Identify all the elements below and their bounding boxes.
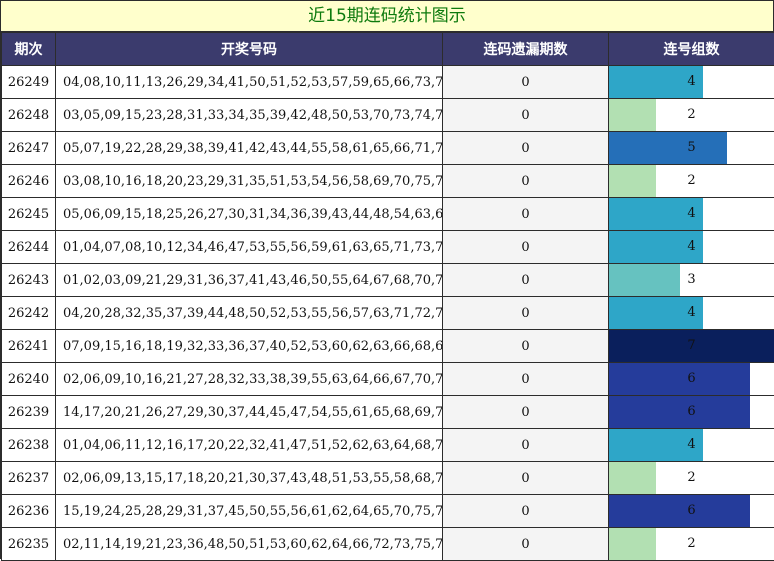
table-row: 2623502,11,14,19,21,23,36,48,50,51,53,60… — [2, 528, 774, 561]
groups-cell: 2 — [609, 528, 774, 561]
groups-value: 5 — [609, 132, 774, 164]
table-row: 2624002,06,09,10,16,21,27,28,32,33,38,39… — [2, 363, 774, 396]
issue-cell: 26240 — [2, 363, 56, 396]
groups-value: 2 — [609, 99, 774, 131]
stats-table: 期次 开奖号码 连码遗漏期数 连号组数 2624904,08,10,11,13,… — [1, 32, 774, 561]
groups-value: 4 — [609, 429, 774, 461]
missed-cell: 0 — [443, 198, 609, 231]
numbers-cell: 01,04,06,11,12,16,17,20,22,32,41,47,51,5… — [56, 429, 443, 462]
numbers-cell: 15,19,24,25,28,29,31,37,45,50,55,56,61,6… — [56, 495, 443, 528]
header-groups: 连号组数 — [609, 33, 774, 66]
table-row: 2624603,08,10,16,18,20,23,29,31,35,51,53… — [2, 165, 774, 198]
groups-value: 6 — [609, 495, 774, 527]
groups-cell: 4 — [609, 429, 774, 462]
issue-cell: 26237 — [2, 462, 56, 495]
groups-value: 6 — [609, 363, 774, 395]
groups-value: 3 — [609, 264, 774, 296]
table-row: 2623702,06,09,13,15,17,18,20,21,30,37,43… — [2, 462, 774, 495]
numbers-cell: 03,05,09,15,23,28,31,33,34,35,39,42,48,5… — [56, 99, 443, 132]
issue-cell: 26247 — [2, 132, 56, 165]
groups-cell: 2 — [609, 165, 774, 198]
numbers-cell: 05,06,09,15,18,25,26,27,30,31,34,36,39,4… — [56, 198, 443, 231]
numbers-cell: 04,20,28,32,35,37,39,44,48,50,52,53,55,5… — [56, 297, 443, 330]
groups-cell: 4 — [609, 198, 774, 231]
groups-cell: 6 — [609, 363, 774, 396]
groups-cell: 2 — [609, 462, 774, 495]
groups-cell: 4 — [609, 297, 774, 330]
chart-window: 近15期连码统计图示 期次 开奖号码 连码遗漏期数 连号组数 2624904,0… — [0, 0, 774, 559]
groups-value: 4 — [609, 198, 774, 230]
table-row: 2624204,20,28,32,35,37,39,44,48,50,52,53… — [2, 297, 774, 330]
numbers-cell: 07,09,15,16,18,19,32,33,36,37,40,52,53,6… — [56, 330, 443, 363]
missed-cell: 0 — [443, 264, 609, 297]
issue-cell: 26239 — [2, 396, 56, 429]
numbers-cell: 02,06,09,10,16,21,27,28,32,33,38,39,55,6… — [56, 363, 443, 396]
groups-value: 2 — [609, 165, 774, 197]
table-row: 2623801,04,06,11,12,16,17,20,22,32,41,47… — [2, 429, 774, 462]
missed-cell: 0 — [443, 495, 609, 528]
missed-cell: 0 — [443, 66, 609, 99]
table-row: 2623914,17,20,21,26,27,29,30,37,44,45,47… — [2, 396, 774, 429]
issue-cell: 26241 — [2, 330, 56, 363]
groups-value: 6 — [609, 396, 774, 428]
issue-cell: 26242 — [2, 297, 56, 330]
missed-cell: 0 — [443, 132, 609, 165]
header-row: 期次 开奖号码 连码遗漏期数 连号组数 — [2, 33, 774, 66]
missed-cell: 0 — [443, 363, 609, 396]
missed-cell: 0 — [443, 165, 609, 198]
numbers-cell: 04,08,10,11,13,26,29,34,41,50,51,52,53,5… — [56, 66, 443, 99]
missed-cell: 0 — [443, 429, 609, 462]
issue-cell: 26249 — [2, 66, 56, 99]
table-row: 2624301,02,03,09,21,29,31,36,37,41,43,46… — [2, 264, 774, 297]
issue-cell: 26243 — [2, 264, 56, 297]
groups-cell: 6 — [609, 396, 774, 429]
missed-cell: 0 — [443, 297, 609, 330]
groups-value: 4 — [609, 66, 774, 98]
issue-cell: 26238 — [2, 429, 56, 462]
issue-cell: 26235 — [2, 528, 56, 561]
table-row: 2623615,19,24,25,28,29,31,37,45,50,55,56… — [2, 495, 774, 528]
numbers-cell: 03,08,10,16,18,20,23,29,31,35,51,53,54,5… — [56, 165, 443, 198]
table-row: 2624904,08,10,11,13,26,29,34,41,50,51,52… — [2, 66, 774, 99]
groups-cell: 3 — [609, 264, 774, 297]
page-title: 近15期连码统计图示 — [1, 1, 773, 32]
groups-cell: 7 — [609, 330, 774, 363]
missed-cell: 0 — [443, 462, 609, 495]
groups-cell: 2 — [609, 99, 774, 132]
table-row: 2624505,06,09,15,18,25,26,27,30,31,34,36… — [2, 198, 774, 231]
missed-cell: 0 — [443, 330, 609, 363]
missed-cell: 0 — [443, 99, 609, 132]
groups-value: 7 — [609, 330, 774, 362]
groups-value: 2 — [609, 528, 774, 560]
numbers-cell: 01,04,07,08,10,12,34,46,47,53,55,56,59,6… — [56, 231, 443, 264]
table-body: 2624904,08,10,11,13,26,29,34,41,50,51,52… — [2, 66, 774, 561]
groups-cell: 6 — [609, 495, 774, 528]
numbers-cell: 01,02,03,09,21,29,31,36,37,41,43,46,50,5… — [56, 264, 443, 297]
table-row: 2624401,04,07,08,10,12,34,46,47,53,55,56… — [2, 231, 774, 264]
groups-cell: 4 — [609, 231, 774, 264]
missed-cell: 0 — [443, 396, 609, 429]
table-row: 2624107,09,15,16,18,19,32,33,36,37,40,52… — [2, 330, 774, 363]
header-numbers: 开奖号码 — [56, 33, 443, 66]
groups-value: 4 — [609, 297, 774, 329]
table-row: 2624705,07,19,22,28,29,38,39,41,42,43,44… — [2, 132, 774, 165]
numbers-cell: 05,07,19,22,28,29,38,39,41,42,43,44,55,5… — [56, 132, 443, 165]
missed-cell: 0 — [443, 231, 609, 264]
issue-cell: 26244 — [2, 231, 56, 264]
issue-cell: 26236 — [2, 495, 56, 528]
numbers-cell: 02,11,14,19,21,23,36,48,50,51,53,60,62,6… — [56, 528, 443, 561]
groups-value: 2 — [609, 462, 774, 494]
issue-cell: 26248 — [2, 99, 56, 132]
issue-cell: 26246 — [2, 165, 56, 198]
issue-cell: 26245 — [2, 198, 56, 231]
groups-cell: 5 — [609, 132, 774, 165]
numbers-cell: 02,06,09,13,15,17,18,20,21,30,37,43,48,5… — [56, 462, 443, 495]
header-missed: 连码遗漏期数 — [443, 33, 609, 66]
groups-cell: 4 — [609, 66, 774, 99]
groups-value: 4 — [609, 231, 774, 263]
header-issue: 期次 — [2, 33, 56, 66]
table-row: 2624803,05,09,15,23,28,31,33,34,35,39,42… — [2, 99, 774, 132]
numbers-cell: 14,17,20,21,26,27,29,30,37,44,45,47,54,5… — [56, 396, 443, 429]
missed-cell: 0 — [443, 528, 609, 561]
